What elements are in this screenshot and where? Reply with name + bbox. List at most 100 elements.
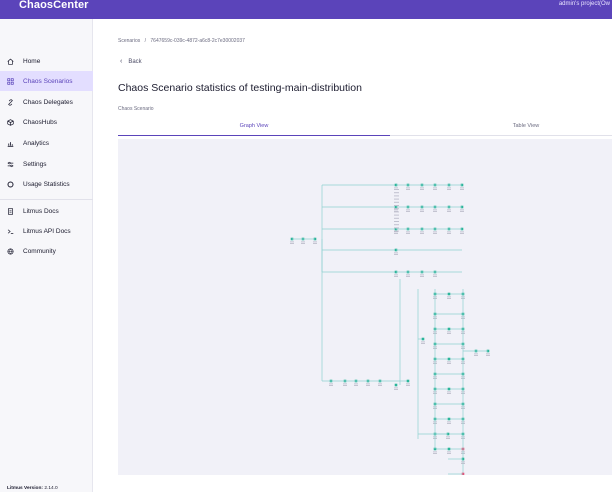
tab-graph-view[interactable]: Graph View (118, 116, 390, 136)
graph-node-label (394, 214, 399, 216)
graph-node-label (447, 453, 451, 454)
graph-node-label (446, 438, 450, 439)
graph-node-label (394, 217, 399, 219)
graph-node-label (447, 363, 451, 364)
graph-node-label (406, 274, 410, 276)
sidebar-item-analytics[interactable]: Analytics (0, 133, 93, 153)
graph-node-label (460, 189, 464, 190)
graph-node-label (461, 461, 465, 463)
graph-node-label (420, 274, 424, 276)
graph-node[interactable] (447, 357, 451, 361)
graph-node-label (406, 276, 410, 277)
version-value: 2.14.0 (44, 486, 58, 491)
graph-node-label (366, 383, 370, 385)
graph-node-label (433, 276, 437, 277)
graph-node-label (394, 209, 398, 211)
sidebar-item-home[interactable]: Home (0, 51, 93, 71)
sidebar-item-label: Usage Statistics (23, 180, 70, 188)
chevron-left-icon: ‹ (120, 58, 123, 65)
graph-node-label (433, 453, 437, 454)
graph-node-label (447, 296, 451, 298)
graph-node-label (329, 383, 333, 385)
workflow-graph[interactable] (118, 139, 612, 479)
graph-node-label (394, 389, 398, 390)
graph-node-label (447, 231, 451, 233)
project-selector[interactable]: admin's project(Ow (559, 1, 610, 7)
graph-node-label (290, 241, 294, 243)
settings-icon (7, 161, 14, 168)
graph-node[interactable] (406, 379, 410, 383)
litmus-version: Litmus Version: 2.14.0 (7, 486, 58, 491)
graph-node[interactable] (447, 447, 451, 451)
tab-table-view[interactable]: Table View (390, 116, 612, 136)
graph-node-label (394, 276, 398, 277)
graph-node-label (460, 187, 464, 189)
sidebar-item-community[interactable]: Community (0, 241, 93, 261)
graph-node[interactable] (447, 387, 451, 391)
graph-node-label (420, 231, 424, 233)
graph-node-label (290, 243, 294, 244)
sidebar-item-chaoshubs[interactable]: ChaosHubs (0, 112, 93, 132)
graph-node-label (433, 274, 437, 276)
graph-node[interactable] (421, 337, 425, 341)
sidebar-item-label: Analytics (23, 139, 50, 147)
graph-node-label (343, 383, 347, 385)
sidebar-item-usage-statistics[interactable]: Usage Statistics (0, 174, 93, 194)
graph-node-label (406, 211, 410, 212)
graph-node-label (447, 298, 451, 299)
sidebar-item-label: Litmus Docs (23, 207, 59, 215)
graph-node-label (406, 385, 410, 386)
graph-node-label (301, 241, 305, 243)
graph-node-label (447, 333, 451, 334)
graph-node[interactable] (447, 292, 451, 296)
brand-logo[interactable]: ChaosCenter (19, 0, 89, 11)
sidebar-item-label: Settings (23, 160, 47, 168)
section-label: Chaos Scenario (118, 106, 154, 112)
graph-node-label (394, 230, 399, 232)
graph-node-label (447, 233, 451, 234)
back-label: Back (128, 58, 142, 65)
top-bar: ChaosCenter admin's project(Ow (0, 0, 612, 19)
terminal-icon (7, 228, 14, 235)
version-label: Litmus Version: (7, 486, 43, 491)
graph-node-label (446, 436, 450, 438)
sidebar-item-label: Litmus API Docs (23, 227, 71, 235)
graph-node-label (378, 385, 382, 386)
graph-node[interactable] (394, 383, 398, 387)
graph-node-label (354, 385, 358, 386)
home-icon (7, 58, 14, 65)
graph-node-label (447, 391, 451, 393)
graph-node-label (420, 276, 424, 277)
graph-node-label (406, 231, 410, 233)
graph-node-label (447, 393, 451, 394)
graph-node-label (420, 233, 424, 234)
graph-node-label (421, 343, 425, 344)
graph-node-label (433, 211, 437, 212)
graph-node-label (447, 421, 451, 423)
graph-node-label (486, 355, 490, 356)
sidebar-item-litmus-api-docs[interactable]: Litmus API Docs (0, 221, 93, 241)
graph-node-label (420, 209, 424, 211)
graph-node-label (378, 383, 382, 385)
graph-node-label (394, 195, 399, 197)
sidebar-item-litmus-docs[interactable]: Litmus Docs (0, 201, 93, 221)
sidebar-item-settings[interactable]: Settings (0, 154, 93, 174)
analytics-icon (7, 140, 14, 147)
breadcrumb-scenarios[interactable]: Scenarios (118, 38, 140, 44)
graph-node-label (433, 189, 437, 190)
graph-node-label (460, 209, 464, 211)
graph-node-label (394, 211, 399, 213)
community-icon (7, 247, 14, 255)
graph-node-label (313, 243, 317, 244)
sidebar-item-chaos-scenarios[interactable]: Chaos Scenarios (0, 71, 93, 91)
back-button[interactable]: ‹ Back (120, 58, 142, 65)
usage-icon (7, 180, 14, 188)
graph-node-label (394, 254, 398, 255)
sidebar: Home Chaos Scenarios Chaos Delegates Cha… (0, 19, 93, 492)
sidebar-item-chaos-delegates[interactable]: Chaos Delegates (0, 92, 93, 112)
graph-node[interactable] (447, 327, 451, 331)
graph-node-label (394, 192, 399, 194)
scenarios-icon (7, 77, 14, 85)
graph-node-label (474, 353, 478, 355)
graph-node[interactable] (447, 417, 451, 421)
